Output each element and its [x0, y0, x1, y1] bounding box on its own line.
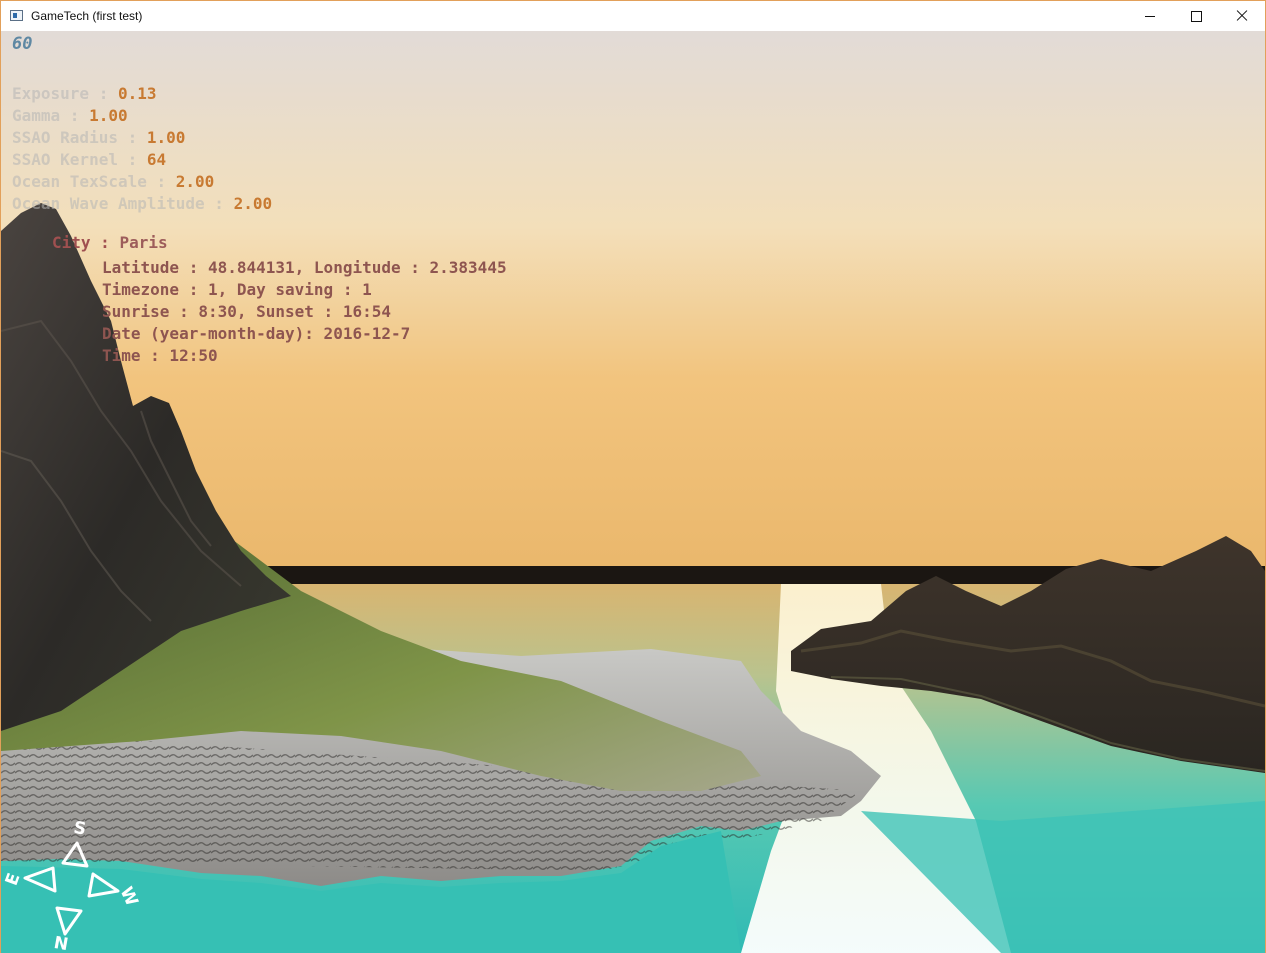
info-sun-times: Sunrise : 8:30, Sunset : 16:54	[102, 302, 391, 321]
render-viewport[interactable]: 60 Exposure : 0.13 Gamma : 1.00 SSAO Rad…	[1, 31, 1265, 953]
param-ssao-kernel: SSAO Kernel : 64	[12, 150, 166, 169]
param-ssao-radius: SSAO Radius : 1.00	[12, 128, 185, 147]
info-coordinates: Latitude : 48.844131, Longitude : 2.3834…	[102, 258, 507, 277]
terrain-scene	[1, 31, 1265, 953]
city-line: City : Paris	[52, 233, 168, 252]
fps-counter: 60	[12, 34, 33, 54]
param-label: Gamma :	[12, 106, 90, 125]
minimize-icon	[1145, 15, 1155, 17]
info-date: Date (year-month-day): 2016-12-7	[102, 324, 411, 343]
compass-label-south: S	[72, 818, 88, 840]
compass-label-west: W	[116, 884, 142, 910]
close-button[interactable]	[1219, 1, 1265, 31]
param-label: Exposure :	[12, 84, 118, 103]
compass-label-north: N	[52, 933, 69, 953]
close-icon	[1236, 10, 1248, 22]
param-value: 1.00	[89, 106, 128, 125]
app-window-icon[interactable]	[10, 10, 23, 21]
param-label: Ocean TexScale :	[12, 172, 176, 191]
info-timezone: Timezone : 1, Day saving : 1	[102, 280, 372, 299]
param-label: Ocean Wave Amplitude :	[12, 194, 234, 213]
game-window: GameTech (first test) 60 Exposure: 0.13…	[0, 0, 1266, 953]
param-value: 2.00	[233, 194, 273, 213]
city-label: City :	[52, 233, 120, 252]
maximize-button[interactable]	[1173, 1, 1219, 31]
compass-label-east: E	[2, 871, 25, 889]
param-exposure: Exposure : 0.13	[12, 84, 157, 103]
title-bar[interactable]: GameTech (first test)	[1, 1, 1265, 31]
param-gamma: Gamma : 1.00	[12, 106, 128, 125]
info-time: Time : 12:50	[102, 346, 218, 365]
compass-north-arrow	[55, 906, 83, 936]
param-value: 0.13	[117, 84, 157, 103]
param-value: 1.00	[146, 128, 186, 147]
param-label: SSAO Radius :	[12, 128, 147, 147]
compass-arrows	[23, 841, 120, 936]
minimize-button[interactable]	[1127, 1, 1173, 31]
param-value: 64	[146, 150, 167, 169]
param-label: SSAO Kernel :	[12, 150, 147, 169]
compass-east-arrow	[23, 866, 57, 893]
param-ocean-wave-amplitude: Ocean Wave Amplitude : 2.00	[12, 194, 272, 213]
compass-south-arrow	[61, 841, 89, 868]
param-ocean-texscale: Ocean TexScale : 2.00	[12, 172, 214, 191]
maximize-icon	[1190, 10, 1202, 22]
window-title: GameTech (first test)	[31, 9, 143, 23]
param-value: 2.00	[175, 172, 215, 191]
compass-widget: S E W N	[2, 818, 142, 953]
compass-west-arrow	[87, 872, 120, 898]
city-value: Paris	[119, 233, 168, 252]
